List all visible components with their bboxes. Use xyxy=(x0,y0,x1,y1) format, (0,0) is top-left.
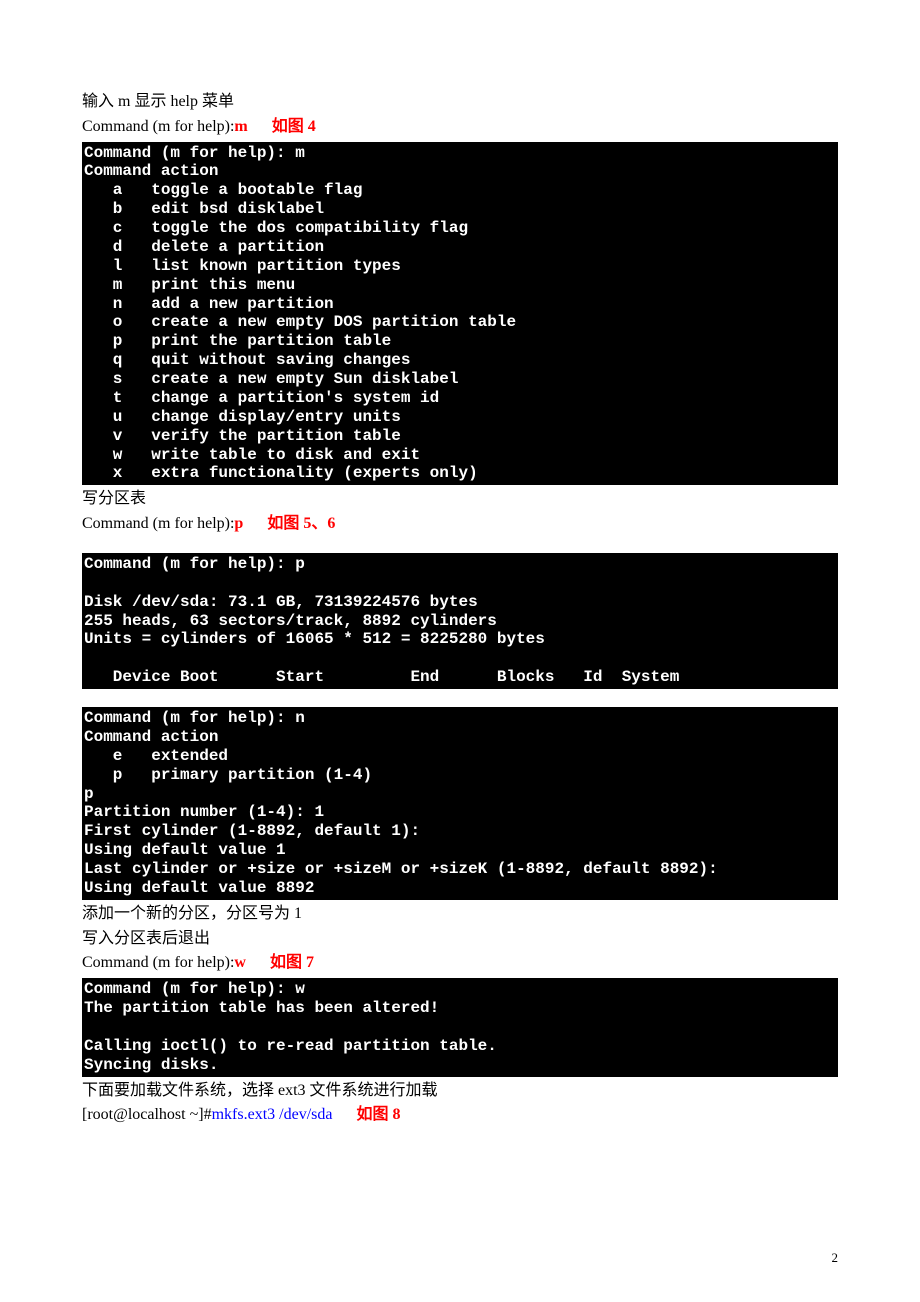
fig-ref-4: 如图 4 xyxy=(272,118,316,135)
text-add-partition: 添加一个新的分区，分区号为 1 xyxy=(82,902,838,927)
text-line-intro-m: 输入 m 显示 help 菜单 xyxy=(82,90,838,115)
fig-ref-8: 如图 8 xyxy=(356,1106,400,1123)
cmd-p: p xyxy=(234,515,243,532)
small-gap xyxy=(82,691,838,705)
text-line-mkfs: [root@localhost ~]#mkfs.ext3 /dev/sda 如图… xyxy=(82,1103,838,1128)
text-write-table: 写分区表 xyxy=(82,487,838,512)
shell-prompt: [root@localhost ~]# xyxy=(82,1106,212,1123)
fig-ref-5-6: 如图 5、6 xyxy=(267,515,335,532)
prompt-label: Command (m for help): xyxy=(82,954,234,971)
page-number: 2 xyxy=(832,1250,839,1266)
text-write-exit: 写入分区表后退出 xyxy=(82,927,838,952)
text-line-cmd-w: Command (m for help):w 如图 7 xyxy=(82,951,838,976)
terminal-block-help-menu: Command (m for help): m Command action a… xyxy=(82,142,838,486)
prompt-label: Command (m for help): xyxy=(82,515,234,532)
text-line-cmd-p: Command (m for help):p 如图 5、6 xyxy=(82,512,838,537)
cmd-m: m xyxy=(234,118,247,135)
terminal-block-p: Command (m for help): p Disk /dev/sda: 7… xyxy=(82,553,838,689)
text-line-cmd-m: Command (m for help):m 如图 4 xyxy=(82,115,838,140)
cmd-mkfs: mkfs.ext3 /dev/sda xyxy=(212,1106,333,1123)
prompt-label: Command (m for help): xyxy=(82,118,234,135)
terminal-block-w: Command (m for help): w The partition ta… xyxy=(82,978,838,1076)
terminal-block-n: Command (m for help): n Command action e… xyxy=(82,707,838,900)
fig-ref-7: 如图 7 xyxy=(270,954,314,971)
text-load-fs: 下面要加载文件系统，选择 ext3 文件系统进行加载 xyxy=(82,1079,838,1104)
small-gap xyxy=(82,537,838,551)
cmd-w: w xyxy=(234,954,246,971)
document-page: 输入 m 显示 help 菜单 Command (m for help):m 如… xyxy=(0,0,920,1302)
